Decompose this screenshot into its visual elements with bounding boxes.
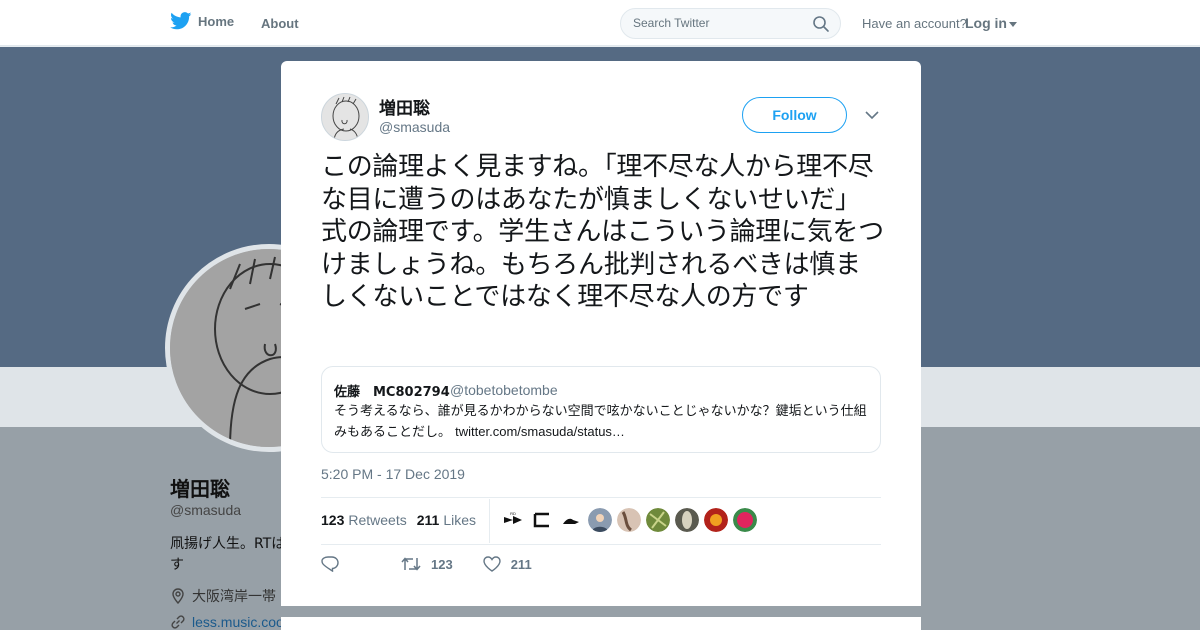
close-icon[interactable] — [1154, 13, 1178, 37]
nav-home-link[interactable]: Home — [170, 12, 234, 30]
nav-home-label: Home — [198, 13, 235, 29]
profile-bio-line1: 凧揚げ人生。RTは — [170, 536, 282, 552]
twitter-bird-icon — [170, 12, 192, 30]
like-count: 211 — [510, 556, 532, 572]
location-pin-icon — [172, 588, 184, 604]
have-account-text: Have an account? — [862, 16, 967, 31]
quoted-author-name: 佐藤 MC802794 — [334, 385, 450, 400]
liker-avatar[interactable] — [559, 508, 583, 532]
reply-icon — [321, 556, 339, 572]
profile-website-text: less.music.coo — [192, 614, 284, 630]
profile-bio-line2: す — [170, 557, 184, 573]
likers-avatars: RD — [501, 508, 757, 532]
liker-avatar[interactable] — [530, 508, 554, 532]
retweets-stat[interactable]: 123 Retweets — [321, 512, 407, 528]
profile-name: 増田聡 — [170, 477, 230, 501]
likes-label: Likes — [443, 512, 476, 528]
login-label: Log in — [965, 15, 1007, 31]
login-dropdown[interactable]: Log in — [965, 15, 1017, 31]
top-nav: Home About Have an account? Log in — [0, 0, 1200, 46]
quoted-link[interactable]: twitter.com/smasuda/status… — [455, 424, 625, 439]
likes-count: 211 — [416, 512, 440, 528]
divider — [321, 497, 881, 498]
quoted-author-handle: @tobetobetombe — [450, 382, 558, 398]
search-icon[interactable] — [812, 15, 830, 33]
author-avatar[interactable] — [321, 93, 369, 141]
profile-handle: @smasuda — [170, 502, 242, 518]
quoted-tweet[interactable]: 佐藤 MC802794 @tobetobetombe そう考えるなら、誰が見るか… — [321, 366, 881, 453]
tweet-stats: 123 Retweets 211 Likes — [321, 512, 476, 528]
stats-divider — [489, 499, 490, 543]
divider — [321, 544, 881, 545]
liker-avatar[interactable] — [704, 508, 728, 532]
author-handle[interactable]: @smasuda — [379, 119, 450, 135]
retweet-count: 123 — [431, 556, 453, 572]
likes-stat[interactable]: 211 Likes — [417, 512, 476, 528]
tweet-actions: 123 211 — [321, 556, 532, 572]
retweets-count: 123 — [321, 512, 345, 528]
svg-text:RD: RD — [510, 511, 516, 516]
like-button[interactable]: 211 — [483, 556, 532, 572]
tweet-modal: 増田聡 @smasuda Follow この論理よく見ますね。「理不尽な人から理… — [281, 61, 921, 606]
liker-avatar[interactable] — [646, 508, 670, 532]
liker-avatar[interactable] — [675, 508, 699, 532]
liker-avatar[interactable] — [617, 508, 641, 532]
chevron-down-icon[interactable] — [865, 110, 879, 120]
link-icon — [171, 615, 185, 629]
heart-icon — [483, 556, 501, 572]
author-name[interactable]: 増田聡 — [379, 94, 430, 119]
liker-avatar[interactable] — [733, 508, 757, 532]
tweet-timestamp[interactable]: 5:20 PM - 17 Dec 2019 — [321, 466, 465, 482]
nav-about-link[interactable]: About — [261, 16, 299, 31]
next-modal-edge — [281, 617, 921, 630]
tweet-text: この論理よく見ますね。「理不尽な人から理不尽な目に遭うのはあなたが慎ましくないせ… — [321, 152, 884, 312]
retweets-label: Retweets — [348, 512, 407, 528]
follow-button[interactable]: Follow — [742, 97, 847, 133]
liker-avatar[interactable]: RD — [501, 508, 525, 532]
caret-down-icon — [1009, 21, 1017, 27]
profile-location: 大阪湾岸一帯 — [170, 586, 276, 606]
retweet-button[interactable]: 123 — [401, 556, 453, 572]
quoted-text: そう考えるなら、誰が見るかわからない空間で呟かないことじゃないかな？鍵垢という仕… — [334, 402, 872, 443]
profile-location-text: 大阪湾岸一帯 — [192, 589, 276, 605]
profile-website[interactable]: less.music.coo — [170, 614, 284, 630]
reply-button[interactable] — [321, 556, 339, 572]
retweet-icon — [401, 557, 421, 571]
liker-avatar[interactable] — [588, 508, 612, 532]
search-box[interactable] — [620, 8, 841, 39]
search-input[interactable] — [633, 16, 803, 30]
